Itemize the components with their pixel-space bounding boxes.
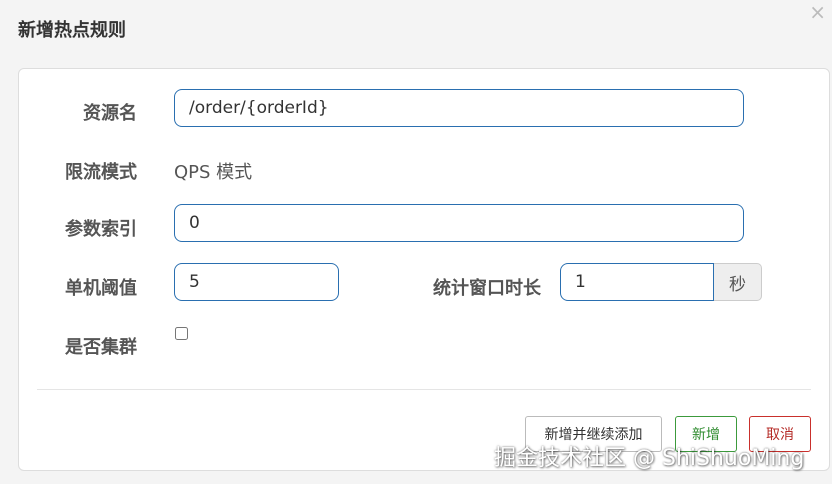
threshold-input[interactable] <box>174 263 339 301</box>
footer-divider <box>37 389 811 390</box>
threshold-label: 单机阈值 <box>65 278 137 299</box>
resource-name-label: 资源名 <box>83 103 137 124</box>
hotspot-rule-dialog: 新增热点规则 × 资源名 限流模式 QPS 模式 参数索引 单机阈值 统计窗口时… <box>0 0 832 484</box>
watermark-text: 掘金技术社区 @ ShiShuoMing <box>494 446 805 471</box>
flow-mode-label: 限流模式 <box>65 162 137 183</box>
param-index-input[interactable] <box>174 204 744 242</box>
close-icon[interactable]: × <box>809 2 826 22</box>
param-index-label: 参数索引 <box>65 219 137 240</box>
window-duration-input[interactable] <box>560 263 714 301</box>
cluster-label: 是否集群 <box>65 337 137 358</box>
window-unit-addon: 秒 <box>714 263 762 301</box>
dialog-title: 新增热点规则 <box>18 20 126 41</box>
flow-mode-value: QPS 模式 <box>174 162 253 183</box>
window-duration-label: 统计窗口时长 <box>433 278 541 299</box>
rule-form-panel: 资源名 限流模式 QPS 模式 参数索引 单机阈值 统计窗口时长 秒 是否集群 … <box>18 68 830 471</box>
cluster-checkbox[interactable] <box>175 327 188 340</box>
resource-name-input[interactable] <box>174 89 744 127</box>
